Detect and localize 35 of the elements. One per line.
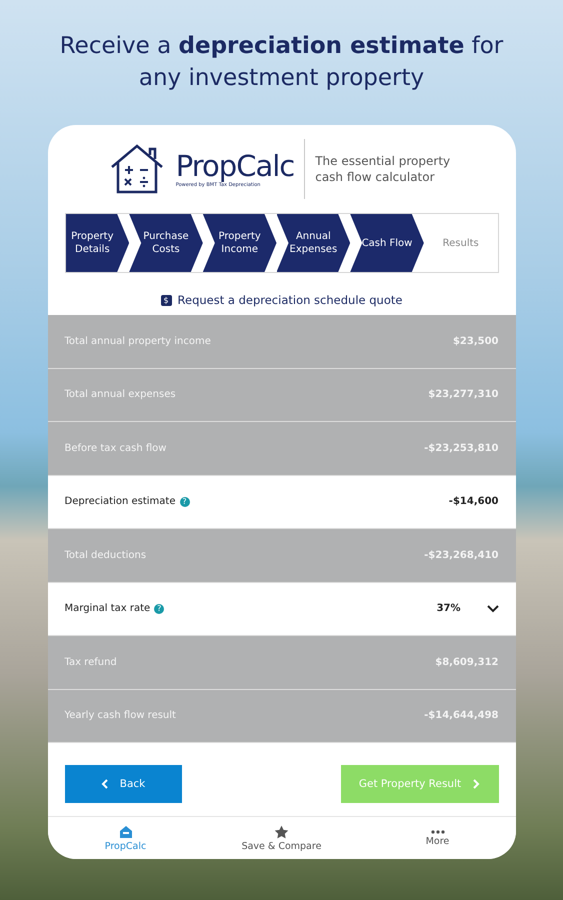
star-icon — [274, 824, 289, 838]
row-label: Total deductions — [64, 550, 146, 561]
chevron-left-icon — [100, 779, 108, 789]
chevron-down-icon — [486, 604, 498, 613]
tagline: The essential property cash flow calculator — [315, 153, 452, 185]
row-value: $23,277,310 — [428, 389, 498, 400]
row-label: Total annual expenses — [64, 389, 176, 400]
step-tab[interactable]: Annual Expenses — [276, 214, 350, 272]
back-button[interactable]: Back — [64, 765, 182, 803]
row-value: $8,609,312 — [435, 656, 498, 668]
house-icon — [118, 824, 132, 838]
select-value: 37% — [436, 603, 460, 614]
row-value: -$14,600 — [448, 496, 498, 508]
row-value: $23,500 — [452, 336, 498, 347]
row-label: Total annual property income — [64, 336, 211, 347]
quote-link-text: Request a depreciation schedule quote — [178, 293, 402, 307]
chevron-right-icon — [473, 779, 480, 789]
step-tab[interactable]: Purchase Costs — [129, 214, 203, 272]
step-tab[interactable]: Property Income — [202, 214, 277, 272]
quote-link[interactable]: $ Request a depreciation schedule quote — [160, 293, 402, 307]
row-label: Marginal tax rate — [64, 603, 150, 614]
headline: Receive a depreciation estimate for any investment property — [58, 32, 504, 93]
more-icon — [430, 830, 444, 834]
row-label: Before tax cash flow — [64, 442, 166, 454]
step-tab[interactable]: Property Details — [66, 214, 130, 272]
logo-wordmark: PropCalc — [176, 150, 294, 182]
tax-rate-dropdown[interactable]: 37% — [436, 603, 498, 614]
row-label: Depreciation estimate — [64, 496, 176, 508]
row-label: Yearly cash flow result — [64, 710, 176, 722]
row-label: Tax refund — [64, 656, 117, 668]
row-value: -$23,253,810 — [424, 442, 498, 454]
row-value: -$14,644,498 — [424, 710, 498, 722]
row-value: -$23,268,410 — [424, 550, 498, 561]
dollar-icon: $ — [160, 294, 172, 306]
step-tab[interactable]: Cash Flow — [350, 214, 424, 272]
